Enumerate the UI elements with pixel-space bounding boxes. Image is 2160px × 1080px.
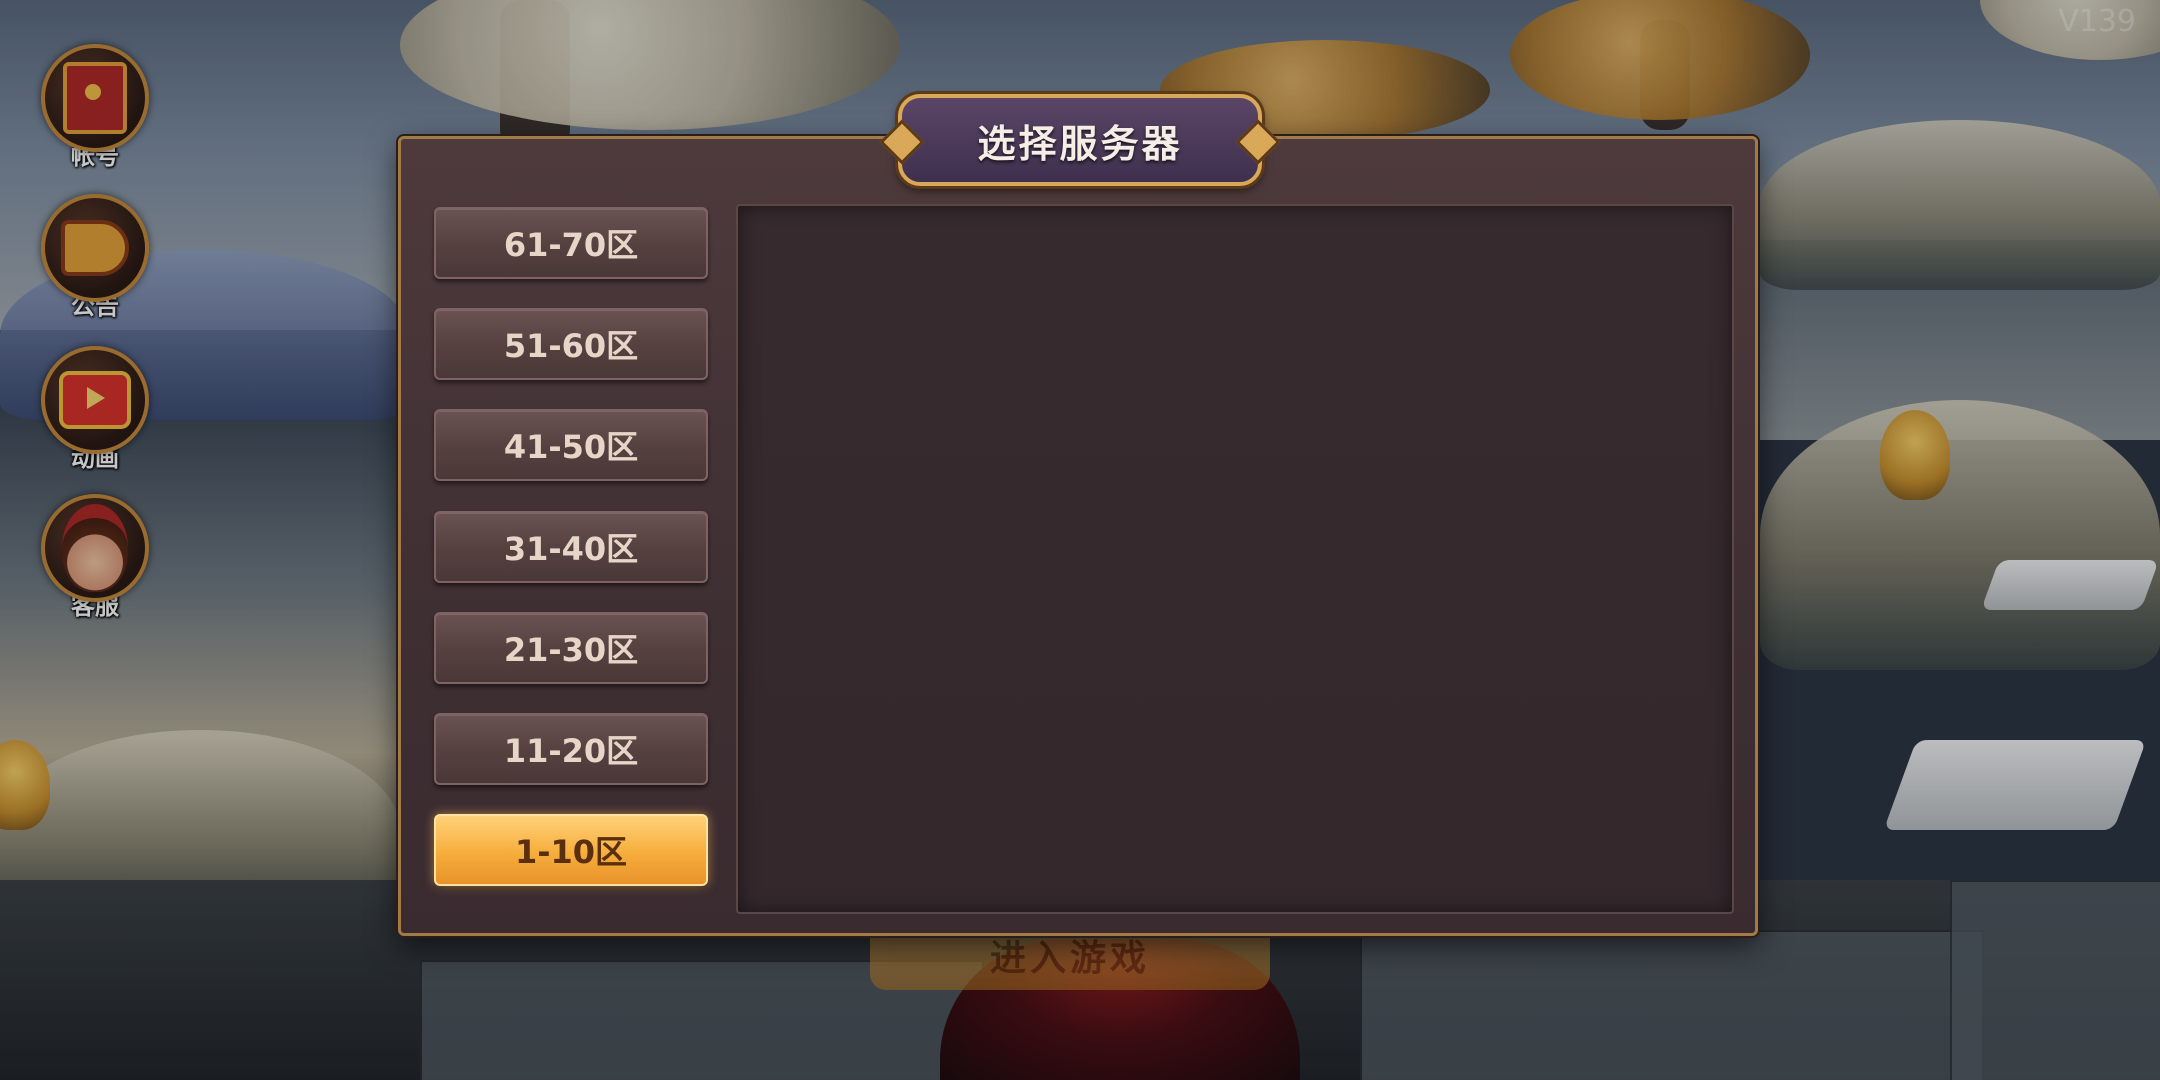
dialog-title: 选择服务器 <box>977 121 1183 166</box>
zone-tab-41-50[interactable]: 41-50区 <box>434 409 708 481</box>
zone-tab-1-10[interactable]: 1-10区 <box>434 814 708 886</box>
dialog-title-plate: 选择服务器 <box>898 94 1262 186</box>
zone-tab-21-30[interactable]: 21-30区 <box>434 612 708 684</box>
zone-tab-31-40[interactable]: 31-40区 <box>434 511 708 583</box>
server-list-panel <box>736 204 1734 914</box>
zone-tab-51-60[interactable]: 51-60区 <box>434 308 708 380</box>
zone-tab-61-70[interactable]: 61-70区 <box>434 207 708 279</box>
zone-tab-11-20[interactable]: 11-20区 <box>434 713 708 785</box>
